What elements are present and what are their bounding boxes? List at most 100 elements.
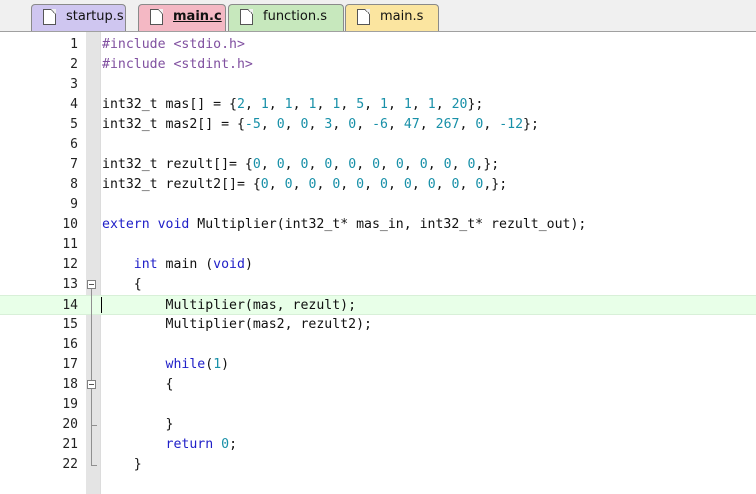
file-icon	[43, 9, 56, 25]
code-line[interactable]: 14 Multiplier(mas, rezult);	[0, 295, 756, 315]
line-number: 19	[62, 397, 78, 412]
code-token: -12	[499, 117, 524, 132]
code-token: 0	[348, 157, 357, 172]
fold-toggle-icon[interactable]	[87, 380, 96, 389]
line-number: 1	[70, 37, 78, 52]
code-token: 0	[260, 177, 269, 192]
code-token: ,	[332, 157, 349, 172]
code-token: int32_t rezult2[]= {	[102, 177, 261, 192]
code-line[interactable]: 11	[0, 235, 756, 255]
line-number: 15	[62, 317, 78, 332]
code-token: {	[102, 277, 142, 292]
tab-main-s[interactable]: main.s	[345, 4, 439, 31]
tab-label: main.c	[173, 9, 222, 24]
line-number: 6	[70, 137, 78, 152]
tab-label: startup.s	[66, 9, 124, 24]
line-number: 13	[62, 277, 78, 292]
code-token: -6	[372, 117, 388, 132]
code-text: {	[102, 275, 142, 295]
line-number: 12	[62, 257, 78, 272]
code-token: ,	[268, 177, 285, 192]
code-token: ,	[316, 97, 333, 112]
code-line[interactable]: 12 int main (void)	[0, 255, 756, 275]
code-token: ,};	[475, 157, 500, 172]
tab-main-c[interactable]: main.c	[138, 4, 226, 31]
code-token: ,	[387, 177, 404, 192]
code-token: int32_t mas2[] = {	[102, 117, 245, 132]
code-line[interactable]: 10 extern void Multiplier(int32_t* mas_in…	[0, 215, 756, 235]
code-token: ,	[388, 97, 404, 112]
code-token: ,	[292, 97, 309, 112]
line-number: 2	[70, 57, 78, 72]
code-token: int32_t rezult[]= {	[102, 157, 253, 172]
code-line[interactable]: 4 int32_t mas[] = {2, 1, 1, 1, 1, 5, 1, 1…	[0, 95, 756, 115]
line-number: 10	[62, 217, 78, 232]
code-line[interactable]: 1 #include <stdio.h>	[0, 35, 756, 55]
code-token: 0	[403, 177, 412, 192]
line-number: 22	[62, 457, 78, 472]
code-token: extern	[102, 217, 150, 232]
code-token: 0	[356, 177, 365, 192]
code-token: 0	[221, 437, 230, 452]
code-token: int32_t mas[] = {	[102, 97, 237, 112]
code-token: ,	[284, 157, 301, 172]
code-line[interactable]: 16	[0, 335, 756, 355]
code-line[interactable]: 19	[0, 395, 756, 415]
code-token: ,	[340, 97, 357, 112]
code-token: main (	[157, 257, 214, 272]
code-line[interactable]: 6	[0, 135, 756, 155]
code-line[interactable]: 15 Multiplier(mas2, rezult2);	[0, 315, 756, 335]
code-token: 0	[427, 177, 436, 192]
code-line[interactable]: 8 int32_t rezult2[]= {0, 0, 0, 0, 0, 0, 0…	[0, 175, 756, 195]
code-line[interactable]: 13 {	[0, 275, 756, 295]
code-token: ,	[332, 117, 349, 132]
code-token: ;	[229, 437, 238, 452]
code-token: ,	[260, 117, 277, 132]
code-token: 1	[284, 97, 293, 112]
code-token: 0	[300, 117, 309, 132]
code-token: ,	[268, 97, 285, 112]
code-line[interactable]: 9	[0, 195, 756, 215]
code-token: ,	[292, 177, 309, 192]
code-token: ,	[459, 177, 476, 192]
code-token: ,	[356, 117, 373, 132]
code-token: ,	[340, 177, 357, 192]
line-number: 14	[62, 298, 78, 313]
code-token: 0	[276, 157, 285, 172]
code-token: }	[102, 457, 142, 472]
code-editor[interactable]: 1 #include <stdio.h> 2 #include <stdint.h> 3…	[0, 32, 756, 494]
code-line[interactable]: 18 {	[0, 375, 756, 395]
code-token: ,	[364, 97, 381, 112]
code-token: ,	[387, 117, 404, 132]
tab-startup-s[interactable]: startup.s	[31, 4, 126, 31]
code-text: extern void Multiplier(int32_t* mas_in, …	[102, 215, 586, 235]
code-line[interactable]: 2 #include <stdint.h>	[0, 55, 756, 75]
code-token: ,	[284, 117, 301, 132]
code-token: ,	[308, 117, 325, 132]
code-line[interactable]: 20 }	[0, 415, 756, 435]
code-token: };	[523, 117, 539, 132]
code-line[interactable]: 22 }	[0, 455, 756, 475]
code-token: 0	[395, 157, 404, 172]
code-line[interactable]: 17 while(1)	[0, 355, 756, 375]
code-line[interactable]: 3	[0, 75, 756, 95]
code-token: void	[157, 217, 190, 232]
tab-function-s[interactable]: function.s	[228, 4, 344, 31]
code-text: int32_t mas2[] = {-5, 0, 0, 3, 0, -6, 47…	[102, 115, 539, 135]
code-text: {	[102, 375, 174, 395]
fold-toggle-icon[interactable]	[87, 280, 96, 289]
code-token: )	[221, 357, 230, 372]
code-token: void	[213, 257, 245, 272]
code-token: ,	[459, 117, 476, 132]
code-line[interactable]: 7 int32_t rezult[]= {0, 0, 0, 0, 0, 0, 0,…	[0, 155, 756, 175]
code-token: {	[102, 377, 174, 392]
code-line[interactable]: 21 return 0;	[0, 435, 756, 455]
code-token: ,	[411, 177, 428, 192]
fold-guide-line	[91, 289, 92, 465]
line-number: 20	[62, 417, 78, 432]
code-line[interactable]: 5 int32_t mas2[] = {-5, 0, 0, 3, 0, -6, 4…	[0, 115, 756, 135]
code-token: -5	[244, 117, 261, 132]
